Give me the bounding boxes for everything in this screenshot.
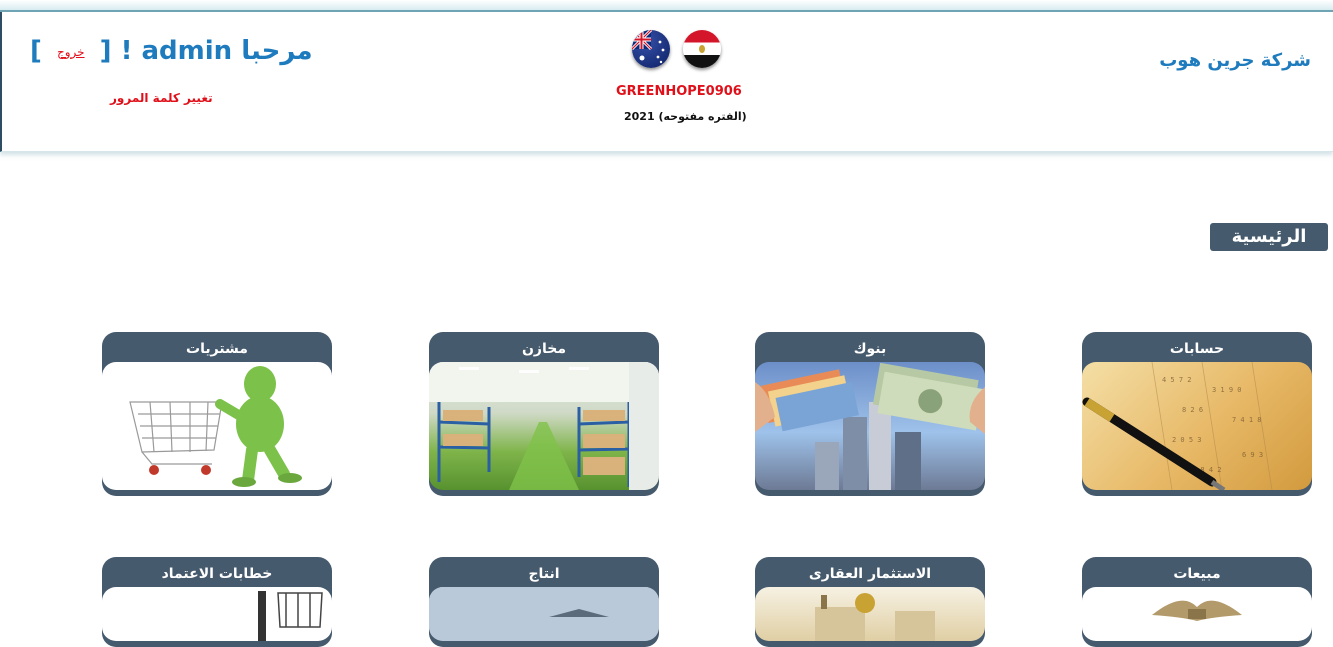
bracket-close: ] [99, 36, 112, 66]
svg-text:7 4 1 8: 7 4 1 8 [1232, 416, 1262, 424]
money-buildings-icon [755, 362, 985, 490]
tile-letters-of-credit[interactable]: خطابات الاعتماد [102, 557, 332, 647]
svg-text:8 2 6: 8 2 6 [1182, 406, 1203, 414]
tile-sales[interactable]: مبيعات [1082, 557, 1312, 647]
company-name: شركة جرين هوب [1159, 50, 1311, 71]
tile-accounts[interactable]: حسابات 4 5 7 2 3 1 9 0 8 2 6 7 4 1 8 2 0 5… [1082, 332, 1312, 496]
real-estate-icon [755, 587, 985, 641]
tile-warehouses[interactable]: مخازن [429, 332, 659, 496]
tile-label: مشتريات [186, 341, 248, 357]
greeting-prefix: مرحبا [241, 36, 313, 66]
greeting: [ خروج ] ! admin مرحبا [30, 36, 313, 70]
company-code: GREENHOPE0906 [616, 84, 742, 99]
money-bag-icon [1082, 587, 1312, 641]
pen-ledger-icon: 4 5 7 2 3 1 9 0 8 2 6 7 4 1 8 2 0 5 3 6 9 3… [1082, 362, 1312, 490]
tile-label: انتاج [528, 566, 560, 582]
tile-banks[interactable]: بنوك [755, 332, 985, 496]
warehouse-icon [429, 362, 659, 490]
tile-label: مبيعات [1173, 566, 1221, 582]
tile-label: مخازن [521, 341, 567, 357]
australia-flag-icon[interactable] [632, 30, 670, 68]
username: admin [141, 36, 233, 66]
bracket-open: [ [30, 36, 42, 66]
tile-production[interactable]: انتاج [429, 557, 659, 647]
svg-text:4 5 7 2: 4 5 7 2 [1162, 376, 1192, 384]
svg-text:2 0 5 3: 2 0 5 3 [1172, 436, 1202, 444]
logout-link[interactable]: خروج [57, 45, 85, 59]
tile-label: بنوك [853, 341, 887, 357]
tile-label: الاستثمار العقارى [808, 566, 932, 582]
factory-icon [429, 587, 659, 641]
tile-label: حسابات [1169, 341, 1225, 357]
svg-text:3 1 9 0: 3 1 9 0 [1212, 386, 1242, 394]
fiscal-period: 2021 (الفتره مفتوحه) [624, 110, 747, 123]
tile-purchases[interactable]: مشتريات [102, 332, 332, 496]
tile-real-estate[interactable]: الاستثمار العقارى [755, 557, 985, 647]
page-header: [ خروج ] ! admin مرحبا تغيير كلمة المرور… [0, 12, 1333, 152]
exclamation: ! [120, 36, 133, 66]
tile-label: خطابات الاعتماد [161, 566, 273, 582]
shopping-cart-icon [102, 362, 332, 490]
egypt-flag-icon[interactable] [683, 30, 721, 68]
forklift-icon [102, 587, 332, 641]
home-tab[interactable]: الرئيسية [1210, 223, 1328, 251]
top-strip [0, 0, 1333, 12]
change-password-link[interactable]: تغيير كلمة المرور [110, 91, 213, 105]
svg-text:6 9 3: 6 9 3 [1242, 451, 1263, 459]
